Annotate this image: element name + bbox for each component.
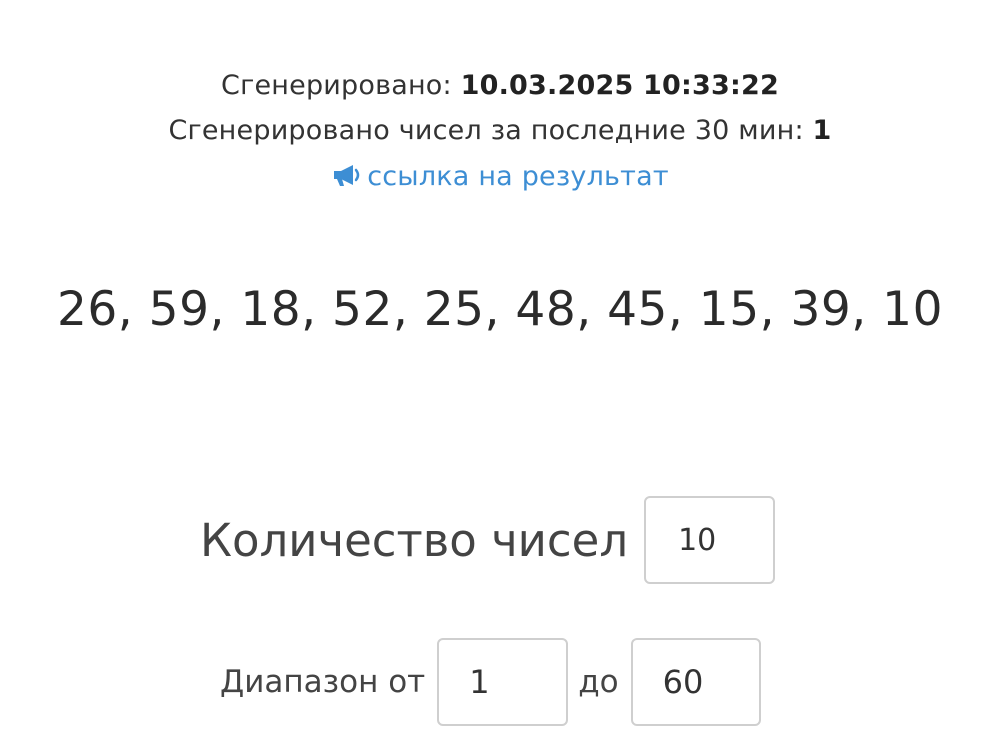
megaphone-icon	[334, 165, 360, 186]
generated-numbers: 26, 59, 18, 52, 25, 48, 45, 15, 39, 10	[57, 282, 943, 337]
recent-count-value: 1	[812, 115, 832, 146]
range-to-input[interactable]	[630, 638, 761, 726]
quantity-input[interactable]	[644, 496, 776, 584]
range-row: Диапазон от до	[220, 637, 761, 727]
range-from-label: Диапазон от	[220, 664, 426, 700]
generated-timestamp-line: Сгенерировано: 10.03.2025 10:33:22	[0, 70, 1000, 101]
generated-timestamp: 10.03.2025 10:33:22	[460, 70, 779, 101]
recent-count-label: Сгенерировано чисел за последние 30 мин:	[168, 115, 804, 146]
range-to-label: до	[578, 664, 619, 700]
result-link-text[interactable]: ссылка на результат	[367, 161, 669, 192]
range-from-input[interactable]	[437, 638, 569, 726]
recent-count-line: Сгенерировано чисел за последние 30 мин:…	[0, 115, 1000, 146]
quantity-label: Количество чисел	[200, 513, 629, 567]
result-link[interactable]: ссылка на результат	[0, 161, 1000, 192]
quantity-row: Количество чисел	[200, 495, 776, 585]
generated-label: Сгенерировано:	[221, 70, 452, 101]
